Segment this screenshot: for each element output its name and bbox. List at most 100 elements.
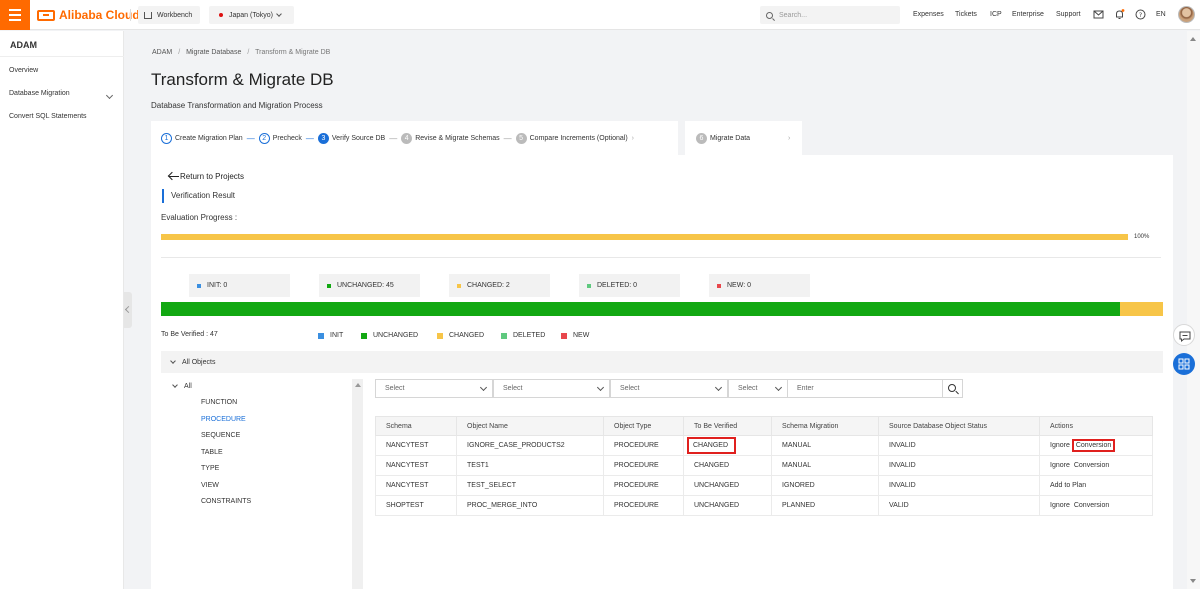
language-switch[interactable]: EN — [1156, 11, 1166, 18]
filter-select-3[interactable]: Select — [610, 379, 728, 398]
sidebar-item-overview[interactable]: Overview — [9, 67, 38, 74]
chat-button[interactable] — [1173, 324, 1195, 346]
ignore-action[interactable]: Ignore — [1050, 502, 1070, 509]
step-number: 1 — [161, 132, 172, 144]
highlighted-status: CHANGED — [686, 437, 737, 454]
chevron-down-icon[interactable] — [105, 91, 114, 100]
menu-icon[interactable] — [0, 0, 30, 30]
stat-label: INIT: 0 — [207, 282, 228, 289]
stat-card-deleted: DELETED: 0 — [579, 274, 680, 297]
legend-swatch — [361, 332, 367, 339]
cell-to-be-verified: CHANGED — [683, 455, 772, 476]
cell-schema-migration: MANUAL — [771, 455, 879, 476]
alibaba-logo-icon — [37, 9, 55, 21]
cell-object-name: TEST1 — [456, 455, 604, 476]
step-migrate-data[interactable]: 6 Migrate Data › — [685, 121, 802, 155]
input-placeholder: Enter — [797, 385, 814, 392]
conversion-action[interactable]: Conversion — [1074, 462, 1109, 469]
ignore-action[interactable]: Ignore — [1050, 462, 1070, 469]
status-color-swatch — [717, 283, 721, 288]
step-verify-source-db[interactable]: 3 Verify Source DB — [317, 132, 386, 144]
breadcrumb-current: Transform & Migrate DB — [255, 49, 331, 56]
filter-keyword-input[interactable]: Enter — [787, 379, 943, 398]
return-to-projects-link[interactable]: Return to Projects — [168, 171, 244, 181]
apps-button[interactable] — [1173, 353, 1195, 375]
conversion-action[interactable]: Conversion — [1074, 502, 1109, 509]
nav-support[interactable]: Support — [1056, 11, 1081, 18]
workbench-button[interactable]: Workbench — [138, 6, 200, 24]
table-row: NANCYTEST TEST_SELECT PROCEDURE UNCHANGE… — [375, 475, 1153, 496]
nav-tickets[interactable]: Tickets — [955, 11, 977, 18]
cell-source-status: INVALID — [878, 435, 1040, 456]
select-value: Select — [385, 385, 405, 392]
nav-enterprise[interactable]: Enterprise — [1012, 11, 1044, 18]
step-precheck[interactable]: 2 Precheck — [258, 132, 302, 144]
objects-table: Schema Object Name Object Type To Be Ver… — [375, 416, 1153, 516]
region-selector[interactable]: Japan (Tokyo) — [209, 6, 294, 24]
tree-node-sequence[interactable]: SEQUENCE — [201, 432, 240, 439]
tree-node-all[interactable]: All — [172, 382, 192, 390]
chevron-down-icon — [172, 382, 178, 388]
legend-new: NEW — [561, 332, 589, 339]
step-number: 6 — [696, 132, 707, 144]
sidebar-item-database-migration[interactable]: Database Migration — [9, 90, 70, 97]
tree-node-table[interactable]: TABLE — [201, 449, 223, 456]
tree-node-view[interactable]: VIEW — [201, 482, 219, 489]
filter-select-1[interactable]: Select — [375, 379, 493, 398]
add-to-plan-action[interactable]: Add to Plan — [1050, 482, 1086, 489]
breadcrumb-migrate-database[interactable]: Migrate Database — [186, 49, 241, 56]
tree-node-label: All — [184, 383, 192, 390]
tree-node-function[interactable]: FUNCTION — [201, 399, 237, 406]
chevron-down-icon — [170, 357, 176, 364]
all-objects-label: All Objects — [182, 358, 216, 366]
nav-expenses[interactable]: Expenses — [913, 11, 944, 18]
legend-changed: CHANGED — [437, 332, 484, 339]
status-color-swatch — [587, 283, 591, 288]
sidebar-item-convert-sql[interactable]: Convert SQL Statements — [9, 113, 87, 120]
cell-to-be-verified: UNCHANGED — [683, 495, 772, 516]
alibaba-cloud-logo[interactable]: Alibaba Cloud — [37, 8, 140, 22]
cell-object-name: PROC_MERGE_INTO — [456, 495, 604, 516]
cell-source-status: VALID — [878, 495, 1040, 516]
tree-node-type[interactable]: TYPE — [201, 465, 219, 472]
step-revise-migrate-schemas[interactable]: 4 Revise & Migrate Schemas — [401, 132, 500, 144]
conversion-action[interactable]: Conversion — [1071, 439, 1116, 452]
sidebar-collapse-handle[interactable] — [124, 292, 132, 328]
filter-select-2[interactable]: Select — [493, 379, 610, 398]
page-scrollbar[interactable] — [1187, 31, 1200, 589]
bell-icon[interactable] — [1114, 9, 1125, 20]
status-color-swatch — [457, 283, 461, 288]
legend-swatch — [561, 332, 567, 339]
filter-select-4[interactable]: Select — [728, 379, 788, 398]
legend-unchanged: UNCHANGED — [361, 332, 418, 339]
help-icon[interactable]: ? — [1135, 9, 1146, 20]
user-avatar[interactable] — [1178, 6, 1195, 23]
tree-scrollbar[interactable] — [352, 379, 363, 589]
svg-text:?: ? — [1139, 11, 1142, 19]
search-icon — [766, 11, 773, 19]
mail-icon[interactable] — [1093, 9, 1104, 20]
nav-icp[interactable]: ICP — [990, 11, 1002, 18]
step-number: 4 — [401, 132, 413, 144]
stat-label: CHANGED: 2 — [467, 282, 510, 289]
tree-node-procedure[interactable]: PROCEDURE — [201, 416, 246, 423]
step-create-migration-plan[interactable]: 1 Create Migration Plan — [161, 132, 243, 144]
cell-actions: Ignore Conversion — [1039, 435, 1153, 456]
tree-node-constraints[interactable]: CONSTRAINTS — [201, 498, 251, 505]
cell-object-type: PROCEDURE — [603, 495, 684, 516]
global-search-input[interactable]: Search... — [760, 6, 900, 24]
filter-search-button[interactable] — [942, 379, 963, 398]
ignore-action[interactable]: Ignore — [1050, 442, 1070, 449]
cell-source-status: INVALID — [878, 475, 1040, 496]
step-label: Verify Source DB — [331, 134, 386, 142]
page-title: Transform & Migrate DB — [151, 70, 334, 89]
cell-schema-migration: PLANNED — [771, 495, 879, 516]
column-header: To Be Verified — [683, 416, 772, 436]
return-label: Return to Projects — [180, 171, 245, 181]
apps-grid-icon — [1178, 358, 1190, 370]
step-compare-increments[interactable]: 5 Compare Increments (Optional) › — [515, 132, 634, 144]
step-label: Compare Increments (Optional) — [529, 134, 628, 142]
all-objects-toggle[interactable]: All Objects — [161, 351, 1163, 373]
breadcrumb-adam[interactable]: ADAM — [152, 49, 172, 56]
stat-card-unchanged: UNCHANGED: 45 — [319, 274, 420, 297]
